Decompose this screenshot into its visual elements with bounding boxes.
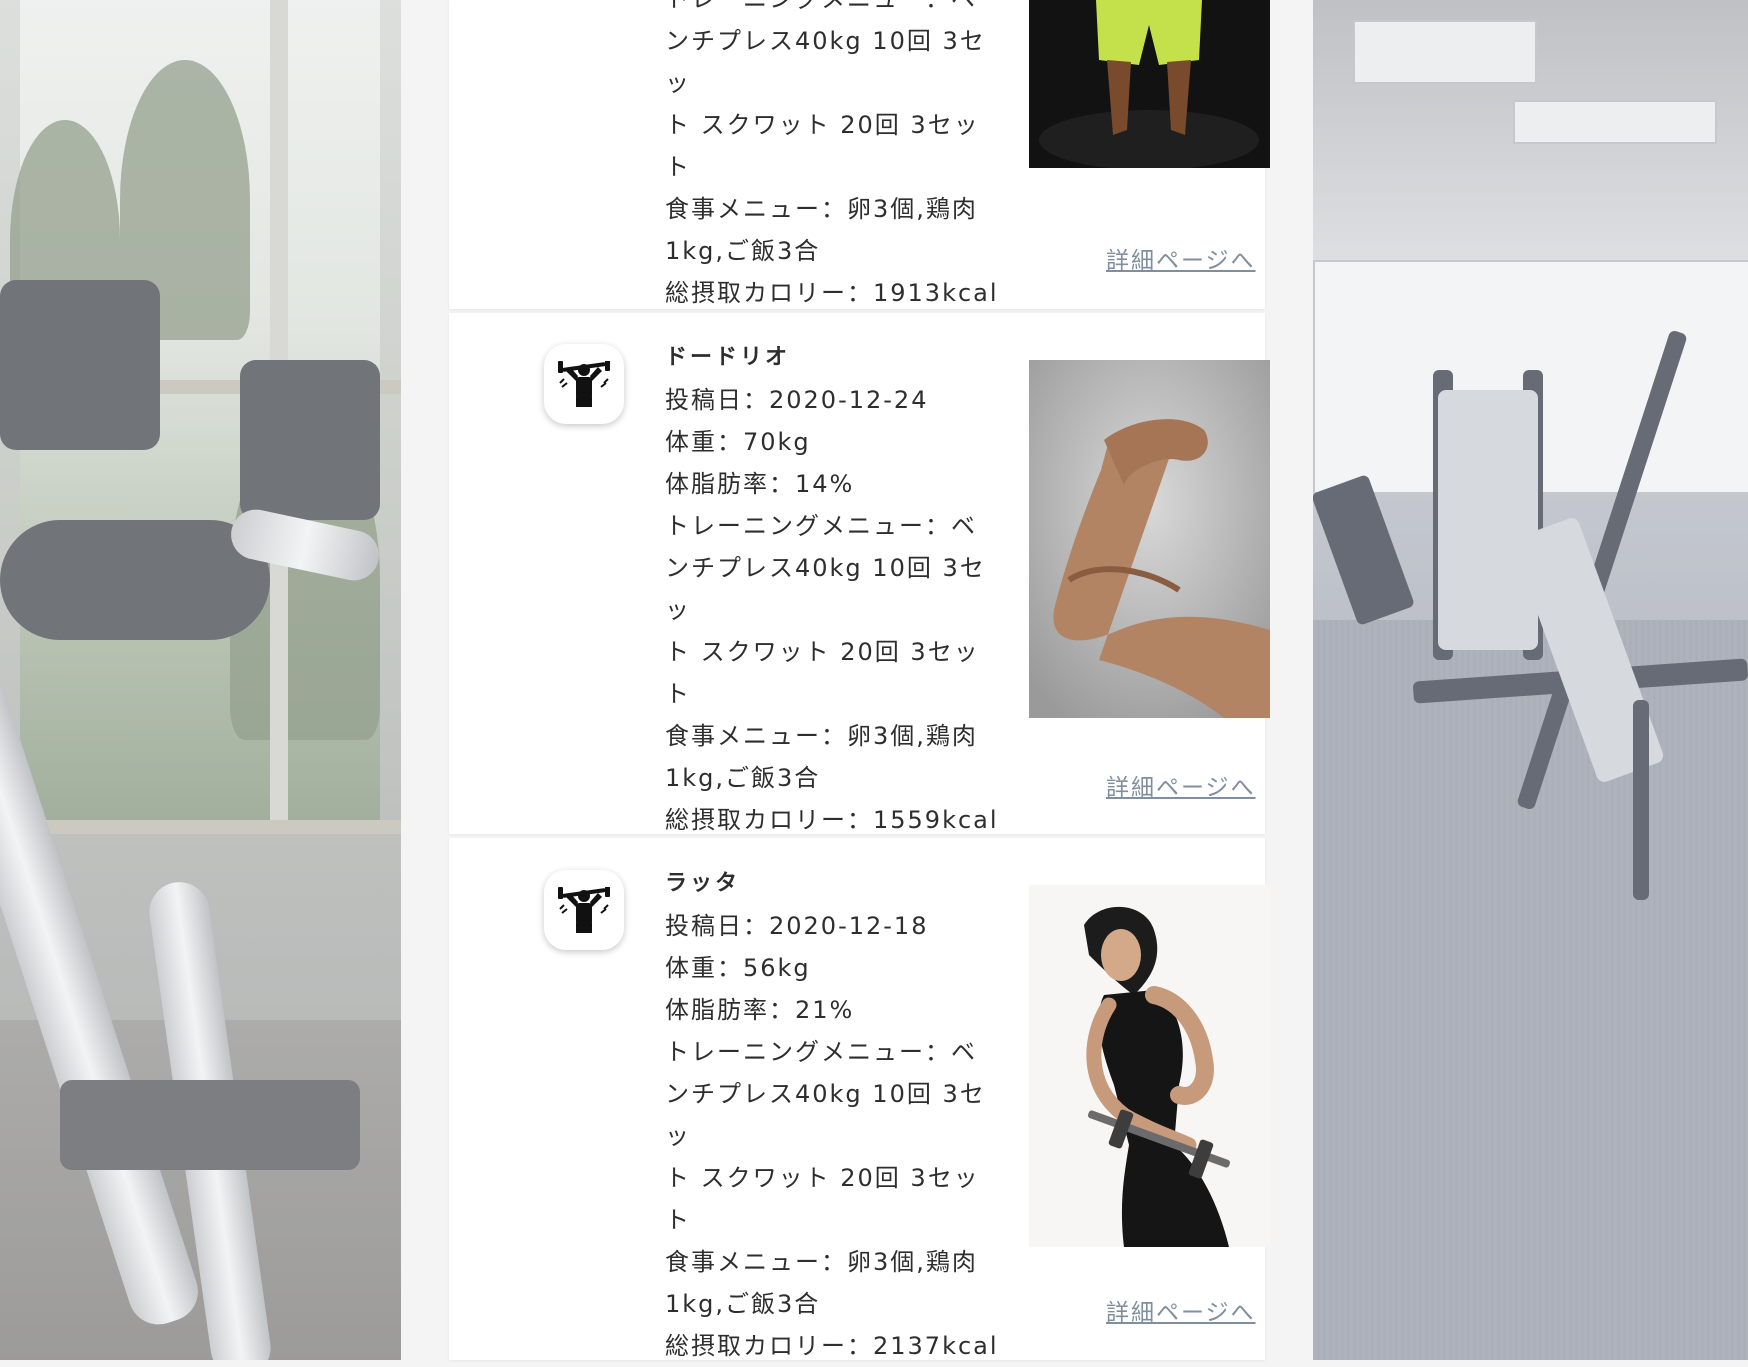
body-fat-rate: 体脂肪率：21% <box>665 996 855 1024</box>
post-list: トレーニングメニュー：ベ ンチプレス40kg 10回 3セッ ト スクワット 2… <box>401 0 1313 1360</box>
training-menu-line: トレーニングメニュー：ベ <box>665 0 1005 20</box>
total-calories: 総摂取カロリー：1913kcal <box>665 279 999 307</box>
post-photo <box>1029 360 1270 718</box>
body-fat-rate: 体脂肪率：14% <box>665 470 855 498</box>
total-calories: 総摂取カロリー：2137kcal <box>665 1332 999 1360</box>
training-menu-line: トレーニングメニュー：ベ <box>665 512 977 540</box>
background-photo-left <box>0 0 401 1360</box>
meal-menu-line: 1kg,ご飯3合 <box>665 237 821 265</box>
post-details: ラッタ 投稿日：2020-12-18 体重：56kg 体脂肪率：21% トレーニ… <box>665 863 1005 1367</box>
training-menu-line: ト スクワット 20回 3セット <box>665 111 980 181</box>
post-card: ドードリオ 投稿日：2020-12-24 体重：70kg 体脂肪率：14% トレ… <box>449 313 1270 834</box>
user-avatar[interactable] <box>544 870 624 950</box>
detail-page-link[interactable]: 詳細ページへ <box>1106 768 1256 802</box>
training-menu-line: ンチプレス40kg 10回 3セッ <box>665 1080 986 1150</box>
training-menu-line: ンチプレス40kg 10回 3セッ <box>665 27 986 97</box>
meal-menu-line: 食事メニュー：卵3個,鶏肉 <box>665 722 978 750</box>
body-weight: 体重：70kg <box>665 428 811 456</box>
detail-page-link[interactable]: 詳細ページへ <box>1106 241 1256 275</box>
post-card: ラッタ 投稿日：2020-12-18 体重：56kg 体脂肪率：21% トレーニ… <box>449 838 1270 1360</box>
training-menu-line: ト スクワット 20回 3セット <box>665 1164 980 1234</box>
post-date: 投稿日：2020-12-24 <box>665 386 929 414</box>
meal-menu-line: 1kg,ご飯3合 <box>665 1290 821 1318</box>
body-weight: 体重：56kg <box>665 954 811 982</box>
post-card: トレーニングメニュー：ベ ンチプレス40kg 10回 3セッ ト スクワット 2… <box>449 0 1270 309</box>
background-photo-right <box>1313 0 1748 1360</box>
meal-menu-line: 食事メニュー：卵3個,鶏肉 <box>665 195 978 223</box>
detail-page-link[interactable]: 詳細ページへ <box>1106 1293 1256 1327</box>
post-details: トレーニングメニュー：ベ ンチプレス40kg 10回 3セッ ト スクワット 2… <box>665 0 1005 314</box>
post-date: 投稿日：2020-12-18 <box>665 912 929 940</box>
post-photo <box>1029 0 1270 168</box>
post-details: ドードリオ 投稿日：2020-12-24 体重：70kg 体脂肪率：14% トレ… <box>665 337 1005 841</box>
training-menu-line: トレーニングメニュー：ベ <box>665 1038 977 1066</box>
post-photo <box>1029 885 1270 1247</box>
training-menu-line: ト スクワット 20回 3セット <box>665 638 980 708</box>
user-name: ドードリオ <box>665 345 791 370</box>
weightlifter-icon <box>558 887 610 933</box>
training-menu-line: ンチプレス40kg 10回 3セッ <box>665 554 986 624</box>
total-calories: 総摂取カロリー：1559kcal <box>665 806 999 834</box>
meal-menu-line: 食事メニュー：卵3個,鶏肉 <box>665 1248 978 1276</box>
user-name: ラッタ <box>665 871 741 896</box>
weightlifter-icon <box>558 361 610 407</box>
user-avatar[interactable] <box>544 344 624 424</box>
meal-menu-line: 1kg,ご飯3合 <box>665 764 821 792</box>
